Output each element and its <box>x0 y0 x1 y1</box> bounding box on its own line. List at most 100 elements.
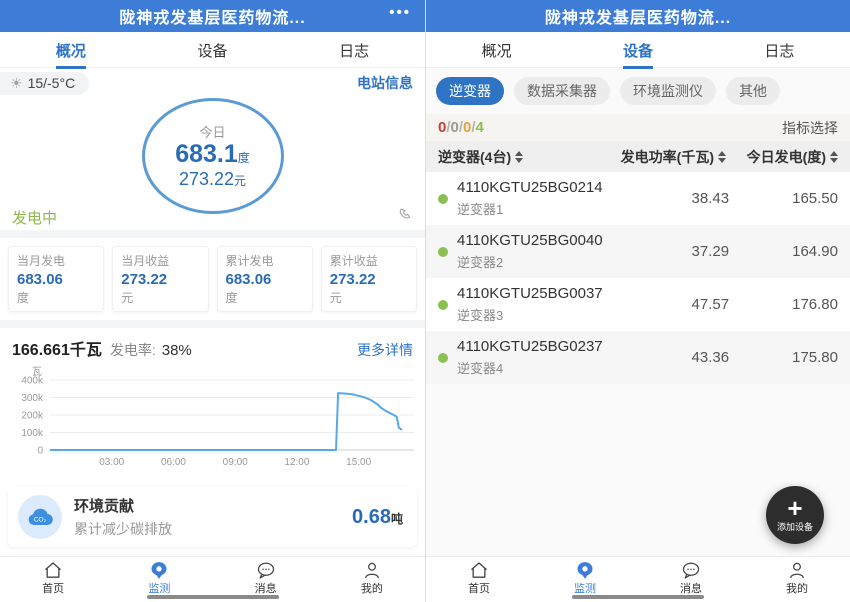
today-gauge-wrap: 今日 683.1度 273.22元 <box>0 98 425 204</box>
station-info-link[interactable]: 电站信息 <box>357 73 413 93</box>
device-power: 47.57 <box>603 296 729 313</box>
indicator-select-link[interactable]: 指标选择 <box>782 118 838 138</box>
tab-label: 概况 <box>56 40 86 69</box>
device-energy: 176.80 <box>729 296 838 313</box>
device-energy: 165.50 <box>729 190 838 207</box>
device-serial: 4110KGTU25BG0037 <box>457 285 603 302</box>
chip-data-collector[interactable]: 数据采集器 <box>514 77 610 105</box>
today-income-value: 273.22 <box>179 169 234 189</box>
tab-label: 日志 <box>339 40 369 66</box>
svg-text:06:00: 06:00 <box>161 457 186 468</box>
stat-value: 683.06 <box>226 271 304 288</box>
home-icon <box>43 561 63 580</box>
monitor-icon <box>149 561 169 580</box>
nav-profile[interactable]: 我的 <box>319 557 425 602</box>
weather-pill: ☀ 15/-5°C <box>0 72 89 95</box>
home-icon <box>469 561 489 580</box>
device-cell: 4110KGTU25BG0037 逆变器3 <box>438 285 603 324</box>
table-row[interactable]: 4110KGTU25BG0237 逆变器4 43.36 175.80 <box>426 331 850 384</box>
device-type-filters: 逆变器 数据采集器 环境监测仪 其他 <box>426 68 850 114</box>
more-menu-icon[interactable]: ••• <box>389 4 411 21</box>
stat-unit: 元 <box>121 289 199 306</box>
temperature: 15/-5°C <box>28 75 76 91</box>
tab-logs[interactable]: 日志 <box>283 32 425 67</box>
today-energy-value: 683.1 <box>175 140 238 168</box>
chip-other[interactable]: 其他 <box>726 77 780 105</box>
device-power: 38.43 <box>603 190 729 207</box>
stat-card-total-income: 累计收益 273.22 元 <box>321 246 417 312</box>
co2-cloud-icon: CO₂ <box>18 495 62 539</box>
carbon-unit: 吨 <box>391 512 403 526</box>
tab-overview[interactable]: 概况 <box>426 32 567 67</box>
svg-text:09:00: 09:00 <box>223 457 248 468</box>
header-power-sort[interactable]: 发电功率(千瓦) <box>596 147 726 167</box>
app-header: 陇神戎发基层医药物流... ••• <box>0 0 425 32</box>
online-status-dot <box>438 247 448 257</box>
today-energy: 683.1度 <box>175 141 250 169</box>
tab-devices[interactable]: 设备 <box>142 32 284 67</box>
svg-text:0: 0 <box>37 446 43 457</box>
device-info: 4110KGTU25BG0037 逆变器3 <box>457 285 603 324</box>
tab-label: 设备 <box>623 40 653 69</box>
nav-home[interactable]: 首页 <box>0 557 106 602</box>
stat-card-month-income: 当月收益 273.22 元 <box>112 246 208 312</box>
device-info: 4110KGTU25BG0237 逆变器4 <box>457 338 603 377</box>
stat-cards: 当月发电 683.06 度 当月收益 273.22 元 累计发电 683.06 … <box>0 238 425 320</box>
tab-label: 设备 <box>198 40 228 66</box>
current-power: 166.661千瓦 <box>12 336 102 360</box>
header-label: 发电功率(千瓦) <box>621 147 714 167</box>
carbon-amount: 0.68 <box>352 506 391 528</box>
chip-inverter[interactable]: 逆变器 <box>436 77 504 105</box>
device-status-row: 0/0/0/4 指标选择 <box>426 114 850 141</box>
tab-devices[interactable]: 设备 <box>567 32 708 67</box>
chip-env-monitor[interactable]: 环境监测仪 <box>620 77 716 105</box>
nav-label: 监测 <box>574 580 596 596</box>
message-icon <box>256 561 276 580</box>
tab-logs[interactable]: 日志 <box>709 32 850 67</box>
environment-card: CO₂ 环境贡献 累计减少碳排放 0.68吨 <box>8 487 417 547</box>
header-energy-sort[interactable]: 今日发电(度) <box>726 147 838 167</box>
person-icon <box>787 561 807 580</box>
stat-value: 273.22 <box>330 271 408 288</box>
nav-home[interactable]: 首页 <box>426 557 532 602</box>
header-label: 今日发电(度) <box>747 147 826 167</box>
app-header: 陇神戎发基层医药物流... <box>426 0 850 32</box>
table-row[interactable]: 4110KGTU25BG0040 逆变器2 37.29 164.90 <box>426 225 850 278</box>
svg-text:瓦: 瓦 <box>32 367 42 378</box>
header-device-sort[interactable]: 逆变器(4台) <box>438 147 596 167</box>
nav-profile[interactable]: 我的 <box>744 557 850 602</box>
tab-overview[interactable]: 概况 <box>0 32 142 67</box>
power-chart-box: 400k300k200k100k003:0006:0009:0012:0015:… <box>0 362 425 477</box>
count-normal: 4 <box>476 119 484 136</box>
environment-text: 环境贡献 累计减少碳排放 <box>74 495 172 539</box>
device-power: 43.36 <box>603 349 729 366</box>
stat-value: 273.22 <box>121 271 199 288</box>
device-energy: 164.90 <box>729 243 838 260</box>
stat-unit: 度 <box>17 289 95 306</box>
top-tabs: 概况 设备 日志 <box>426 32 850 68</box>
stat-card-total-energy: 累计发电 683.06 度 <box>217 246 313 312</box>
device-energy: 175.80 <box>729 349 838 366</box>
stat-label: 当月发电 <box>17 252 95 269</box>
stat-label: 累计收益 <box>330 252 408 269</box>
device-cell: 4110KGTU25BG0214 逆变器1 <box>438 179 603 218</box>
svg-text:200k: 200k <box>21 411 44 422</box>
divider <box>0 320 425 328</box>
header-label: 逆变器(4台) <box>438 147 511 167</box>
phone-icon[interactable] <box>397 207 413 228</box>
svg-text:12:00: 12:00 <box>284 457 309 468</box>
device-serial: 4110KGTU25BG0040 <box>457 232 603 249</box>
more-details-link[interactable]: 更多详情 <box>357 340 413 360</box>
sort-icon <box>830 151 838 163</box>
today-income-unit: 元 <box>234 174 246 188</box>
svg-text:100k: 100k <box>21 428 44 439</box>
device-table-body: 4110KGTU25BG0214 逆变器1 38.43 165.50 4110K… <box>426 172 850 384</box>
nav-label: 消息 <box>680 580 702 596</box>
table-row[interactable]: 4110KGTU25BG0214 逆变器1 38.43 165.50 <box>426 172 850 225</box>
divider <box>0 230 425 238</box>
table-row[interactable]: 4110KGTU25BG0037 逆变器3 47.57 176.80 <box>426 278 850 331</box>
device-power: 37.29 <box>603 243 729 260</box>
nav-label: 消息 <box>255 580 277 596</box>
device-info: 4110KGTU25BG0214 逆变器1 <box>457 179 603 218</box>
add-device-button[interactable]: + 添加设备 <box>766 486 824 544</box>
